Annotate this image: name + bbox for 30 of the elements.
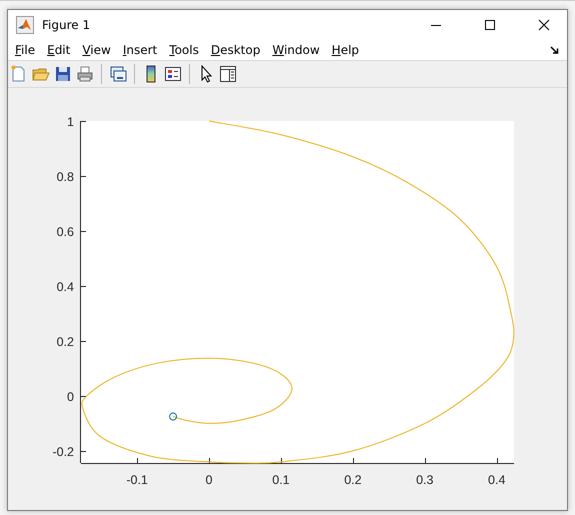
y-tick-label: 0.4 xyxy=(56,280,74,294)
y-tick-label: -0.2 xyxy=(52,444,74,459)
x-tick-label: 0.1 xyxy=(272,473,290,487)
x-tick-label: 0.2 xyxy=(344,473,362,487)
y-tick-label: 0.6 xyxy=(56,224,74,239)
peak-logo-icon xyxy=(16,16,34,34)
y-tick-label: 0.2 xyxy=(56,334,74,349)
menu-item[interactable]: Edit xyxy=(46,43,76,57)
menu-item[interactable]: Insert xyxy=(122,43,164,57)
menu-item[interactable]: Window xyxy=(271,43,326,57)
x-tick-label: 0 xyxy=(206,473,212,487)
x-tick-label: 0.3 xyxy=(416,473,434,487)
x-tick-label: -0.1 xyxy=(126,473,148,487)
x-tick-label: 0.4 xyxy=(488,473,506,487)
linked-windows-icon[interactable] xyxy=(109,65,127,83)
menu-item[interactable]: View xyxy=(81,43,117,57)
y-tick-label: 0.8 xyxy=(56,170,74,184)
close-icon xyxy=(538,19,550,31)
menu-item[interactable]: File xyxy=(14,43,42,57)
y-tick-label: 1 xyxy=(67,115,74,129)
menu-item[interactable]: Desktop xyxy=(210,43,266,57)
maximize-icon xyxy=(484,19,496,31)
dock-arrow-icon[interactable] xyxy=(550,46,559,54)
legend-icon[interactable] xyxy=(164,65,182,83)
printer-icon[interactable] xyxy=(76,65,94,83)
menu-item[interactable]: Help xyxy=(330,43,366,57)
menu-item[interactable]: Tools xyxy=(168,43,205,57)
window-title: Figure 1 xyxy=(42,18,90,32)
y-tick-label: 0 xyxy=(67,390,74,404)
property-panel-icon[interactable] xyxy=(219,65,237,83)
